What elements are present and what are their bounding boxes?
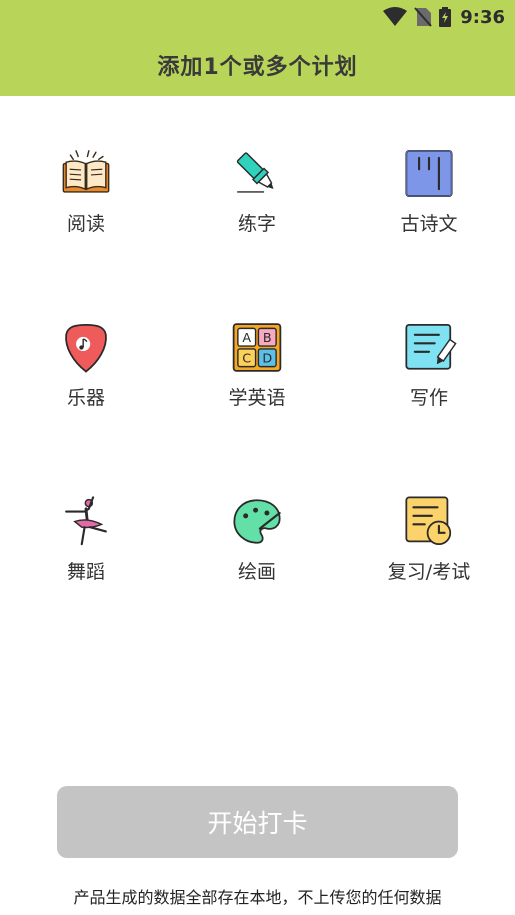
plan-item-classical-poetry[interactable]: 古诗文 xyxy=(359,96,499,236)
svg-text:B: B xyxy=(263,331,272,346)
notepad-pencil-icon xyxy=(405,323,457,370)
status-icons: 9:36 xyxy=(383,6,505,28)
abcd-blocks-icon: AB CD xyxy=(232,323,282,372)
plan-label: 舞蹈 xyxy=(66,561,105,583)
document-clock-icon xyxy=(405,496,452,546)
plan-label: 写作 xyxy=(409,387,448,409)
no-sim-icon xyxy=(414,7,432,27)
wifi-icon xyxy=(383,7,408,27)
book-icon xyxy=(62,150,110,193)
marker-pen-icon xyxy=(236,152,274,193)
page-title: 添加1个或多个计划 xyxy=(157,55,358,80)
header: 添加1个或多个计划 xyxy=(0,34,515,96)
plan-item-painting[interactable]: 绘画 xyxy=(187,444,327,584)
svg-text:D: D xyxy=(262,351,272,366)
scroll-icon xyxy=(405,149,453,198)
start-checkin-button[interactable]: 开始打卡 xyxy=(57,786,458,858)
plan-label: 绘画 xyxy=(237,561,276,583)
plan-label: 复习/考试 xyxy=(387,561,471,583)
plan-label: 学英语 xyxy=(228,387,286,409)
battery-charging-icon xyxy=(439,7,452,27)
plan-label: 古诗文 xyxy=(400,213,458,235)
plan-item-writing[interactable]: 写作 xyxy=(359,270,499,410)
plan-item-review-exam[interactable]: 复习/考试 xyxy=(359,444,499,584)
plan-label: 阅读 xyxy=(66,213,105,235)
ballet-dancer-icon xyxy=(65,496,107,546)
footer-note: 产品生成的数据全部存在本地，不上传您的任何数据 xyxy=(73,888,442,907)
svg-text:A: A xyxy=(242,331,251,346)
plan-item-reading[interactable]: 阅读 xyxy=(16,96,156,236)
plan-item-dance[interactable]: 舞蹈 xyxy=(16,444,156,584)
plan-item-calligraphy[interactable]: 练字 xyxy=(187,96,327,236)
plan-item-english[interactable]: AB CD 学英语 xyxy=(187,270,327,410)
svg-text:C: C xyxy=(242,351,251,366)
guitar-pick-icon xyxy=(65,323,107,373)
plan-item-instrument[interactable]: 乐器 xyxy=(16,270,156,410)
plan-label: 练字 xyxy=(237,213,276,235)
status-bar: 9:36 xyxy=(0,0,515,34)
plan-label: 乐器 xyxy=(66,387,105,409)
paint-palette-icon xyxy=(233,499,281,544)
status-time: 9:36 xyxy=(460,6,505,28)
